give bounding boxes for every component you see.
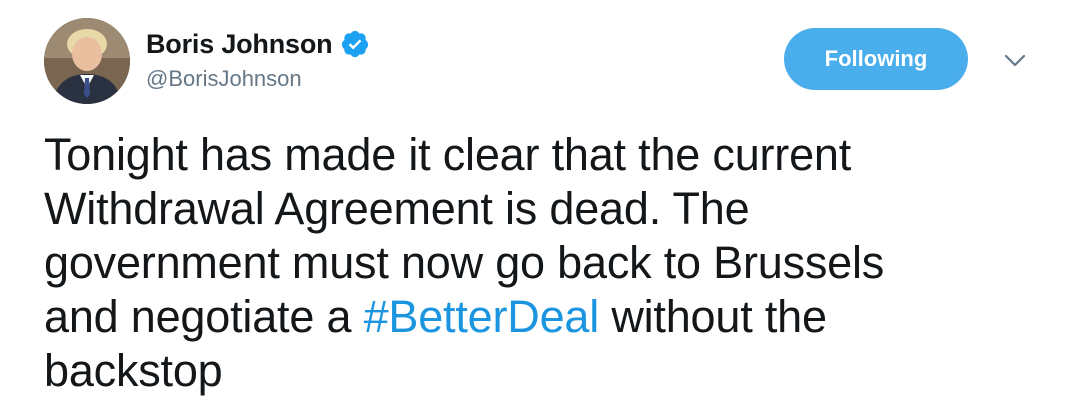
display-name-row: Boris Johnson bbox=[146, 26, 370, 62]
following-button[interactable]: Following bbox=[784, 28, 968, 90]
author-info: Boris Johnson @BorisJohnson bbox=[146, 26, 370, 92]
display-name[interactable]: Boris Johnson bbox=[146, 29, 333, 60]
hashtag-link[interactable]: #BetterDeal bbox=[364, 291, 600, 342]
verified-badge-icon bbox=[340, 29, 370, 59]
tweet-text-segment: without the bbox=[599, 291, 827, 342]
chevron-down-icon[interactable] bbox=[999, 46, 1031, 76]
tweet-text-line: Withdrawal Agreement is dead. The bbox=[44, 183, 750, 234]
tweet-text-line: backstop bbox=[44, 345, 223, 396]
tweet-card: Boris Johnson @BorisJohnson Following To… bbox=[0, 0, 1080, 420]
tweet-text-segment: and negotiate a bbox=[44, 291, 364, 342]
tweet-text: Tonight has made it clear that the curre… bbox=[44, 128, 1054, 398]
tweet-header: Boris Johnson @BorisJohnson Following bbox=[44, 18, 1044, 108]
tweet-text-line: government must now go back to Brussels bbox=[44, 237, 885, 288]
avatar-image bbox=[44, 18, 130, 104]
author-handle[interactable]: @BorisJohnson bbox=[146, 66, 370, 92]
avatar[interactable] bbox=[44, 18, 130, 104]
tweet-text-line: and negotiate a #BetterDeal without the bbox=[44, 290, 1054, 344]
tweet-text-line: Tonight has made it clear that the curre… bbox=[44, 129, 852, 180]
